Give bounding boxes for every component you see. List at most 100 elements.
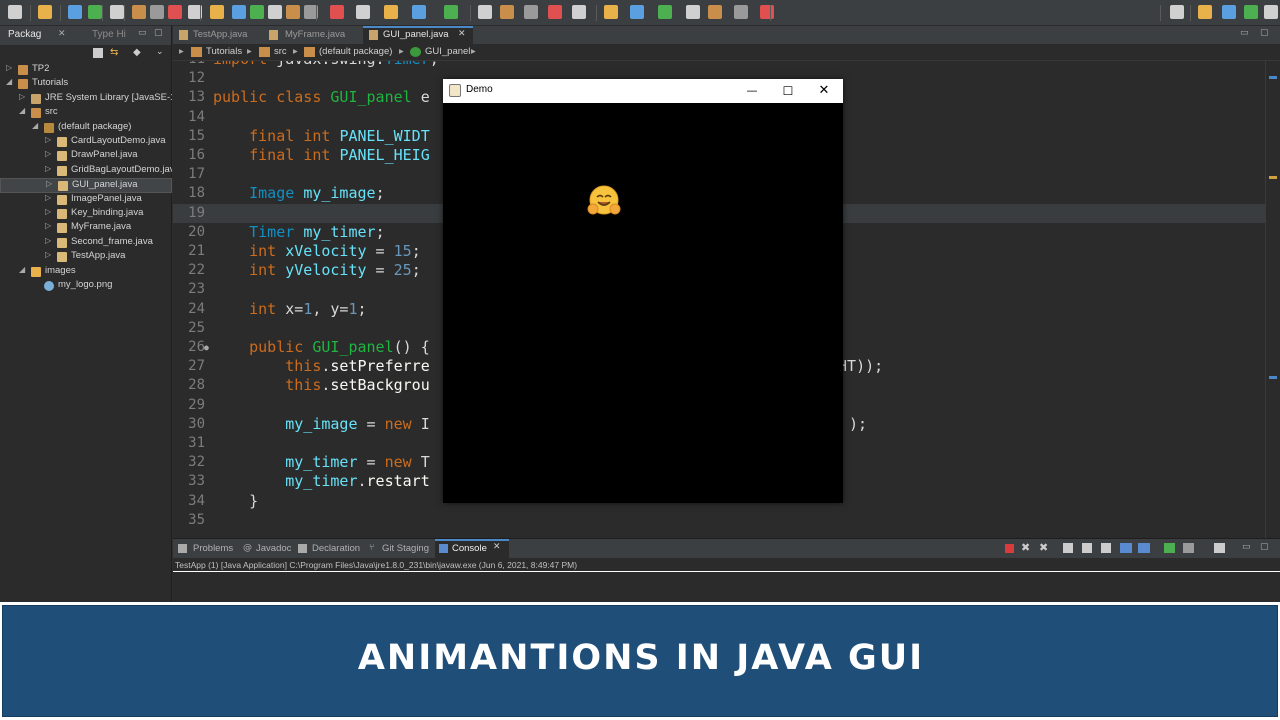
console-output-area[interactable] bbox=[173, 571, 1280, 572]
toolbar-button-icon[interactable] bbox=[500, 5, 514, 19]
toolbar-button-icon[interactable] bbox=[630, 5, 644, 19]
expand-arrow-icon[interactable]: ▷ bbox=[45, 135, 51, 144]
breadcrumb-item-class[interactable]: GUI_panel bbox=[425, 46, 470, 57]
tab-git-staging[interactable]: Git Staging bbox=[382, 543, 429, 554]
toolbar-button-icon[interactable] bbox=[604, 5, 618, 19]
close-icon[interactable]: ✕ bbox=[493, 542, 501, 552]
tree-item[interactable]: ◢ (default package) bbox=[0, 121, 172, 135]
tree-item[interactable]: ▷ Second_frame.java bbox=[0, 236, 172, 250]
toolbar-button-icon[interactable] bbox=[524, 5, 538, 19]
tree-item[interactable]: ▷ Key_binding.java bbox=[0, 207, 172, 221]
expand-arrow-icon[interactable]: ▷ bbox=[45, 236, 51, 245]
code-line[interactable]: 35 bbox=[173, 511, 1265, 530]
expand-arrow-icon[interactable]: ▷ bbox=[45, 164, 51, 173]
focus-icon[interactable]: ◆ bbox=[133, 47, 141, 58]
tab-testapp[interactable]: TestApp.java bbox=[193, 29, 247, 40]
toolbar-button-icon[interactable] bbox=[38, 5, 52, 19]
tab-declaration[interactable]: Declaration bbox=[312, 543, 360, 554]
tab-type-hierarchy[interactable]: Type Hi bbox=[92, 29, 126, 40]
minimize-button[interactable]: — bbox=[743, 82, 761, 100]
link-with-editor-icon[interactable]: ⇆ bbox=[110, 47, 118, 58]
open-console-icon[interactable] bbox=[1138, 543, 1150, 553]
toolbar-button-icon[interactable] bbox=[210, 5, 224, 19]
scroll-lock-icon[interactable] bbox=[1063, 543, 1073, 553]
toolbar-button-icon[interactable] bbox=[708, 5, 722, 19]
tree-item[interactable]: ▷ TP2 bbox=[0, 63, 172, 77]
tree-item[interactable]: ◢ Tutorials bbox=[0, 77, 172, 91]
expand-arrow-icon[interactable]: ▷ bbox=[6, 63, 12, 72]
collapse-all-icon[interactable] bbox=[93, 48, 103, 58]
maximize-view-icon[interactable]: ▢ bbox=[1260, 28, 1269, 38]
expand-arrow-icon[interactable]: ▷ bbox=[45, 207, 51, 216]
toolbar-button-icon[interactable] bbox=[110, 5, 124, 19]
toolbar-button-icon[interactable] bbox=[68, 5, 82, 19]
tree-item[interactable]: ▷ TestApp.java bbox=[0, 250, 172, 264]
toolbar-button-icon[interactable] bbox=[548, 5, 562, 19]
toolbar-button-icon[interactable] bbox=[150, 5, 164, 19]
tree-item[interactable]: ▷ DrawPanel.java bbox=[0, 149, 172, 163]
breadcrumb-item-tutorials[interactable]: Tutorials bbox=[206, 46, 242, 57]
toolbar-button-icon[interactable] bbox=[250, 5, 264, 19]
toolbar-button-icon[interactable] bbox=[168, 5, 182, 19]
tab-myframe[interactable]: MyFrame.java bbox=[285, 29, 345, 40]
toolbar-button-icon[interactable] bbox=[8, 5, 22, 19]
toolbar-button-icon[interactable] bbox=[760, 5, 774, 19]
view-menu-icon[interactable]: ⌄ bbox=[156, 47, 164, 57]
minimize-view-icon[interactable]: ▭ bbox=[1240, 28, 1249, 38]
breadcrumb-item-src[interactable]: src bbox=[274, 46, 287, 57]
tree-item[interactable]: ▷ GUI_panel.java bbox=[0, 178, 172, 193]
tab-package-explorer[interactable]: Packag bbox=[8, 29, 41, 40]
word-wrap-icon[interactable] bbox=[1082, 543, 1092, 553]
terminate-icon[interactable] bbox=[1005, 544, 1014, 553]
toolbar-button-icon[interactable] bbox=[88, 5, 102, 19]
maximize-view-icon[interactable]: ▢ bbox=[1260, 542, 1269, 552]
toolbar-button-icon[interactable] bbox=[444, 5, 458, 19]
expand-arrow-icon[interactable]: ▷ bbox=[45, 193, 51, 202]
toolbar-button-icon[interactable] bbox=[356, 5, 370, 19]
toolbar-button-icon[interactable] bbox=[1198, 5, 1212, 19]
expand-arrow-icon[interactable]: ▷ bbox=[19, 92, 25, 101]
close-button[interactable]: ✕ bbox=[815, 82, 833, 100]
expand-arrow-icon[interactable]: ▷ bbox=[45, 149, 51, 158]
toolbar-button-icon[interactable] bbox=[330, 5, 344, 19]
tab-console[interactable]: Console bbox=[452, 543, 487, 554]
pin-console-icon[interactable] bbox=[1101, 543, 1111, 553]
tab-javadoc[interactable]: Javadoc bbox=[256, 543, 291, 554]
open-console-menu-icon[interactable] bbox=[1214, 543, 1225, 553]
expand-arrow-icon[interactable]: ▷ bbox=[45, 221, 51, 230]
editor-scrollbar[interactable] bbox=[1265, 61, 1280, 538]
toolbar-button-icon[interactable] bbox=[478, 5, 492, 19]
toolbar-button-icon[interactable] bbox=[286, 5, 300, 19]
toolbar-button-icon[interactable] bbox=[132, 5, 146, 19]
toolbar-button-icon[interactable] bbox=[734, 5, 748, 19]
toolbar-button-icon[interactable] bbox=[232, 5, 246, 19]
expand-arrow-icon[interactable]: ▷ bbox=[46, 179, 52, 188]
minimize-view-icon[interactable]: ▭ bbox=[1242, 542, 1251, 552]
console-options-icon[interactable] bbox=[1183, 543, 1194, 553]
tree-item[interactable]: ▷ GridBagLayoutDemo.java bbox=[0, 164, 172, 178]
close-icon[interactable]: ✕ bbox=[58, 29, 66, 39]
remove-all-icon[interactable]: ✖ bbox=[1039, 541, 1048, 554]
new-console-icon[interactable] bbox=[1164, 543, 1175, 553]
toolbar-button-icon[interactable] bbox=[1244, 5, 1258, 19]
remove-launch-icon[interactable]: ✖ bbox=[1021, 541, 1030, 554]
tab-problems[interactable]: Problems bbox=[193, 543, 233, 554]
expand-arrow-icon[interactable]: ◢ bbox=[32, 121, 38, 130]
minimize-view-icon[interactable]: ▭ bbox=[138, 28, 147, 38]
maximize-view-icon[interactable]: ▢ bbox=[154, 28, 163, 38]
toolbar-button-icon[interactable] bbox=[412, 5, 426, 19]
toolbar-button-icon[interactable] bbox=[1222, 5, 1236, 19]
tree-item[interactable]: ▷ JRE System Library [JavaSE-1.8] bbox=[0, 92, 172, 106]
expand-arrow-icon[interactable]: ◢ bbox=[19, 265, 25, 274]
tree-item[interactable]: ▷ ImagePanel.java bbox=[0, 193, 172, 207]
tree-item[interactable]: ◢ images bbox=[0, 265, 172, 279]
breadcrumb-item-package[interactable]: (default package) bbox=[319, 46, 392, 57]
code-line[interactable]: 11 import javax.swing.Timer; bbox=[173, 61, 1265, 69]
toolbar-button-icon[interactable] bbox=[686, 5, 700, 19]
expand-arrow-icon[interactable]: ▷ bbox=[45, 250, 51, 259]
toolbar-button-icon[interactable] bbox=[384, 5, 398, 19]
tree-item[interactable]: my_logo.png bbox=[0, 279, 172, 293]
fold-marker-icon[interactable]: ● bbox=[204, 338, 209, 357]
toolbar-button-icon[interactable] bbox=[572, 5, 586, 19]
toolbar-button-icon[interactable] bbox=[268, 5, 282, 19]
